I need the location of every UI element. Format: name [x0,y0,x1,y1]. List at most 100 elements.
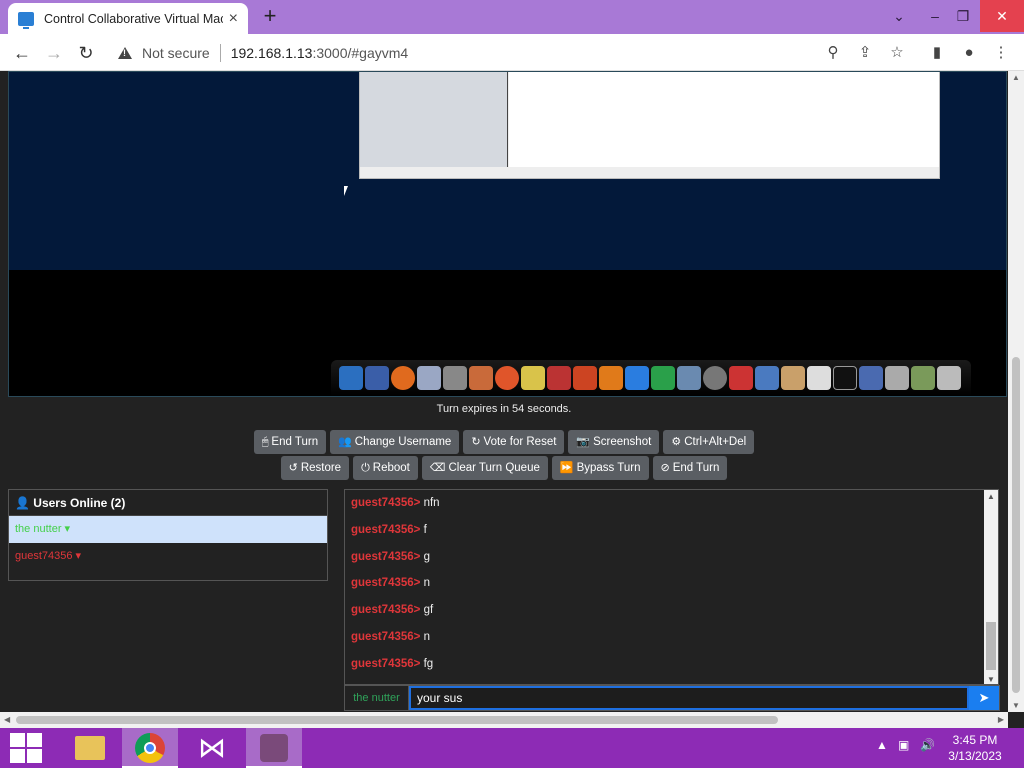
vote-reset-button[interactable]: ↻ Vote for Reset [463,430,565,454]
microphone-icon[interactable] [443,366,467,390]
vm-display[interactable] [8,71,1007,397]
clipboard-icon[interactable] [807,366,831,390]
chat-username: the nutter [345,686,409,710]
vm-controls-row-2: ↺ Restore ⏻ Reboot ⌫ Clear Turn Queue ⏩ Bypa… [0,456,1008,480]
end-turn-admin-button[interactable]: ⊘ End Turn [652,456,728,480]
user-list-item[interactable]: guest74356 ▾ [9,543,327,570]
browser-tab[interactable]: Control Collaborative Virtual Mac × [8,3,248,34]
chrome-icon[interactable] [122,728,178,768]
system-clock[interactable]: 3:45 PM 3/13/2023 [930,732,1020,764]
warning-icon[interactable] [118,47,132,59]
vm-dock[interactable] [331,360,971,396]
change-username-button[interactable]: 👥 Change Username [330,430,460,454]
windows-start-icon[interactable] [10,732,44,764]
firefox-icon[interactable] [391,366,415,390]
book-icon[interactable] [573,366,597,390]
fast-forward-icon: ⏩ [559,462,574,474]
notes-icon[interactable] [417,366,441,390]
forward-icon[interactable]: → [42,42,66,64]
profile-avatar-icon[interactable]: ● [958,42,980,64]
restore-button[interactable]: ↺ Restore [280,456,350,480]
camera-icon: 📷 [576,436,591,448]
close-tab-icon[interactable]: × [229,10,238,27]
film-icon[interactable] [547,366,571,390]
page-horizontal-scrollbar[interactable]: ◀ ▶ [0,712,1008,728]
gear-icon: ⚙ [671,436,682,448]
preview-icon[interactable] [677,366,701,390]
clear-turn-queue-button[interactable]: ⌫ Clear Turn Queue [421,456,548,480]
chat-message: guest74356> gf [351,604,434,617]
chat-log[interactable]: guest74356> nfn guest74356> f guest74356… [344,489,999,685]
divider [219,44,221,62]
restore-button[interactable]: ❐ [946,0,980,32]
user-icon: 👤 [15,496,30,510]
chat-message: guest74356> f [351,523,427,536]
monitor-icon [18,11,34,29]
scrollbar-thumb[interactable] [16,716,778,724]
scroll-up-icon: ▲ [1012,73,1020,82]
finder-icon[interactable] [365,366,389,390]
vm-desktop[interactable] [9,72,1006,270]
photo-icon[interactable] [469,366,493,390]
mouse-icon: 🖱 [261,436,269,448]
bookmark-star-icon[interactable]: ☆ [886,42,908,64]
visual-studio-icon[interactable]: ⋈ [184,728,240,768]
new-tab-button[interactable]: + [258,5,282,29]
back-icon[interactable]: ← [10,42,34,64]
tab-search-icon[interactable]: ⌄ [882,0,916,32]
security-label[interactable]: Not secure [142,45,210,61]
address-bar[interactable]: Not secure 192.168.1.13:3000/#gayvm4 [110,39,918,67]
url-text[interactable]: 192.168.1.13:3000/#gayvm4 [231,45,408,61]
show-hidden-icons-icon[interactable]: ▲ [876,738,888,752]
terminal-icon[interactable] [833,366,857,390]
star-icon[interactable] [521,366,545,390]
share-icon[interactable]: ⇪ [854,42,876,64]
vm-window-body[interactable] [509,72,939,167]
p-app-icon[interactable] [599,366,623,390]
w-app-icon[interactable] [625,366,649,390]
close-window-button[interactable]: ✕ [980,0,1024,32]
chat-scrollbar[interactable]: ▲ ▼ [984,490,998,684]
trash-icon[interactable] [937,366,961,390]
file-explorer-icon[interactable] [62,728,118,768]
scrollbar-thumb[interactable] [1012,357,1020,693]
side-panel-icon[interactable]: ▮ [926,42,948,64]
vm-window-taskbar-icon[interactable] [246,728,302,768]
tab-title: Control Collaborative Virtual Mac [44,11,223,26]
reload-icon[interactable]: ↻ [74,42,98,64]
settings-icon[interactable] [885,366,909,390]
send-button[interactable]: ➤ [969,686,999,710]
ctrl-alt-del-button[interactable]: ⚙ Ctrl+Alt+Del [663,430,755,454]
vm-app-window[interactable] [359,72,940,179]
scroll-down-icon: ▼ [987,675,995,684]
bypass-turn-button[interactable]: ⏩ Bypass Turn [551,456,649,480]
scroll-up-icon: ▲ [987,492,995,501]
anchor-icon[interactable] [339,366,363,390]
chat-message: guest74356> nfn [351,497,440,509]
screenshot-button[interactable]: 📷 Screenshot [568,430,660,454]
package-icon[interactable] [911,366,935,390]
eraser-icon: ⌫ [429,462,446,474]
undo-icon: ↺ [288,462,298,474]
user-list-item[interactable]: the nutter ▾ [9,516,327,543]
x-app-icon[interactable] [651,366,675,390]
calendar-icon[interactable] [729,366,753,390]
zoom-icon[interactable]: ⚲ [822,42,844,64]
menu-kebab-icon[interactable]: ⋮ [990,42,1012,64]
stamp-icon[interactable] [781,366,805,390]
network-icon[interactable]: ▣ [898,738,909,752]
scrollbar-thumb[interactable] [986,622,996,670]
chat-message: guest74356> n [351,630,430,643]
page-content: Turn expires in 54 seconds. 🖱 End Turn 👥 C… [0,71,1008,712]
speaker-icon[interactable] [703,366,727,390]
reboot-button[interactable]: ⏻ Reboot [353,456,418,480]
users-icon: 👥 [338,436,352,448]
page-vertical-scrollbar[interactable]: ▲ ▼ [1008,71,1024,712]
mail-icon[interactable] [755,366,779,390]
end-turn-button[interactable]: 🖱 End Turn [253,430,327,454]
chat-message-input[interactable]: your sus [409,686,969,710]
butterfly-icon[interactable] [859,366,883,390]
browser-icon[interactable] [495,366,519,390]
vm-window-sidebar[interactable] [360,72,508,167]
browser-tab-strip: Control Collaborative Virtual Mac × + ⌄ … [0,0,1024,34]
